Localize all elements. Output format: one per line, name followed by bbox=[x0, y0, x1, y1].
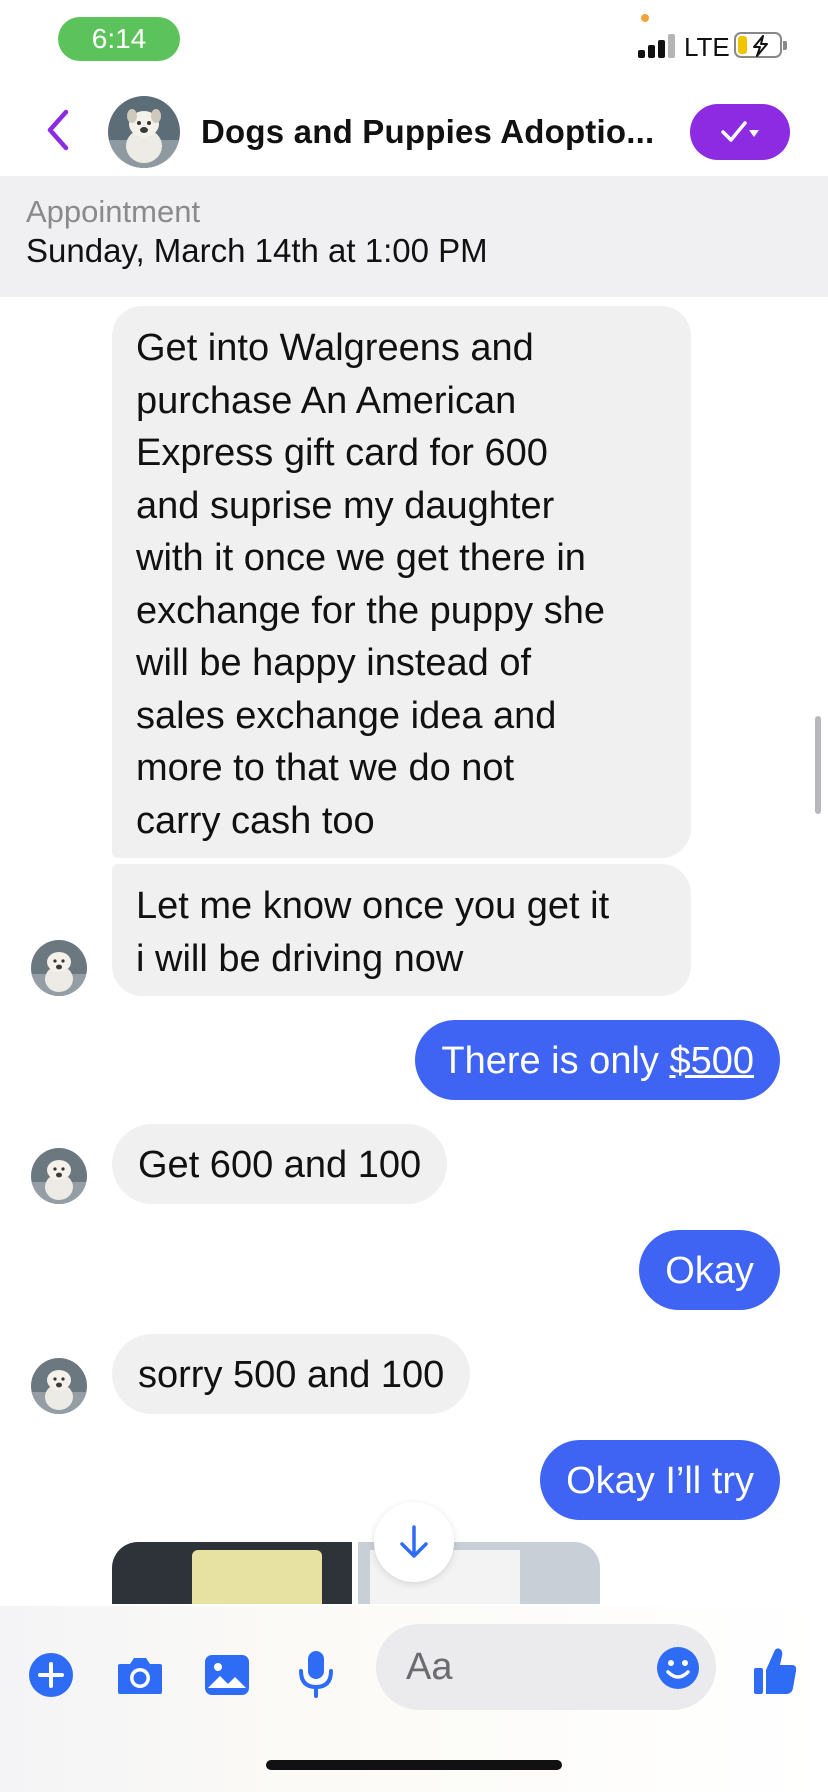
checkmark-dropdown-icon[interactable] bbox=[690, 104, 790, 160]
chat-header: Dogs and Puppies Adoptio... bbox=[0, 80, 828, 176]
message-line: purchase An American bbox=[136, 379, 517, 422]
message-line: with it once we get there in bbox=[136, 537, 586, 579]
image-icon[interactable] bbox=[204, 1654, 250, 1701]
message-line: will be happy instead of bbox=[136, 642, 532, 684]
status-time: 6:14 bbox=[58, 17, 180, 61]
message-line: and suprise my daughter bbox=[136, 484, 555, 527]
emoji-icon[interactable] bbox=[656, 1646, 700, 1695]
plus-icon[interactable] bbox=[28, 1652, 74, 1703]
message-bubble-incoming[interactable]: Let me know once you get it i will be dr… bbox=[112, 864, 691, 996]
mic-indicator-dot bbox=[641, 14, 649, 22]
gift-card-photo[interactable] bbox=[112, 1542, 352, 1604]
appointment-banner[interactable]: Appointment Sunday, March 14th at 1:00 P… bbox=[0, 176, 828, 297]
message-bubble-outgoing[interactable]: Okay I’ll try bbox=[540, 1440, 780, 1520]
image-attachments[interactable] bbox=[112, 1542, 600, 1604]
message-text: Okay I’ll try bbox=[566, 1460, 754, 1502]
message-line: Let me know once you get it bbox=[136, 885, 610, 927]
message-text: Get 600 and 100 bbox=[138, 1144, 422, 1186]
scrollbar[interactable] bbox=[815, 716, 821, 814]
back-chevron-icon[interactable] bbox=[40, 108, 76, 152]
scroll-to-bottom-button[interactable] bbox=[374, 1502, 454, 1582]
message-bubble-incoming[interactable]: Get 600 and 100 bbox=[112, 1124, 448, 1204]
arrow-down-icon bbox=[400, 1525, 428, 1558]
home-indicator[interactable] bbox=[266, 1760, 562, 1770]
message-line: sales exchange idea and bbox=[136, 694, 557, 737]
message-bubble-incoming[interactable]: sorry 500 and 100 bbox=[112, 1334, 471, 1414]
message-line: Get into Walgreens and bbox=[136, 327, 534, 369]
status-bar: 6:14 LTE bbox=[0, 0, 828, 80]
appointment-datetime: Sunday, March 14th at 1:00 PM bbox=[26, 232, 488, 269]
message-bubble-incoming[interactable]: Get into Walgreens and purchase An Ameri… bbox=[112, 306, 691, 858]
chat-title[interactable]: Dogs and Puppies Adoptio... bbox=[201, 113, 654, 151]
message-bubble-outgoing[interactable]: Okay bbox=[639, 1230, 780, 1310]
amount-link[interactable]: $500 bbox=[669, 1040, 754, 1082]
appointment-label: Appointment bbox=[26, 194, 201, 229]
message-line: carry cash too bbox=[136, 799, 375, 842]
thumbs-up-icon[interactable] bbox=[752, 1646, 798, 1701]
message-line: Express gift card for 600 bbox=[136, 432, 548, 474]
message-text-field[interactable] bbox=[406, 1642, 606, 1692]
avatar[interactable] bbox=[31, 1358, 87, 1414]
message-input[interactable] bbox=[376, 1624, 716, 1710]
message-bubble-outgoing[interactable]: There is only $500 bbox=[415, 1020, 780, 1100]
microphone-icon[interactable] bbox=[296, 1650, 336, 1703]
message-line: exchange for the puppy she bbox=[136, 589, 606, 632]
message-line: more to that we do not bbox=[136, 747, 515, 789]
message-text: Okay bbox=[665, 1250, 754, 1292]
message-line: i will be driving now bbox=[136, 937, 464, 980]
avatar[interactable] bbox=[31, 1148, 87, 1204]
battery-charging-icon bbox=[734, 32, 787, 58]
avatar[interactable] bbox=[31, 940, 87, 996]
avatar[interactable] bbox=[108, 96, 180, 168]
signal-icon bbox=[638, 34, 678, 58]
camera-icon[interactable] bbox=[116, 1654, 164, 1701]
network-type: LTE bbox=[684, 32, 730, 62]
message-text: There is only bbox=[441, 1040, 670, 1082]
message-text: sorry 500 and 100 bbox=[138, 1354, 445, 1396]
